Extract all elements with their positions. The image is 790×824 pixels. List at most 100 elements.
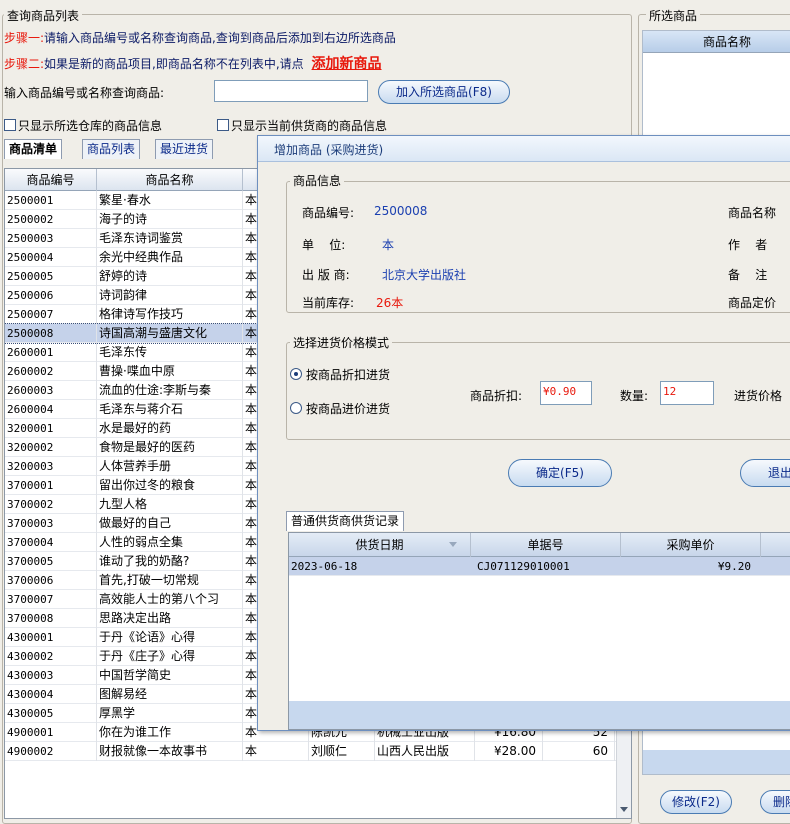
supplier-checkbox[interactable] — [217, 119, 229, 131]
qty-input[interactable]: 12 — [660, 381, 714, 405]
table-row[interactable]: 4900002 财报就像一本故事书本刘顺仁 山西人民出版 ¥28.00 60 — [5, 742, 617, 761]
mode-price-radio[interactable] — [290, 402, 302, 414]
query-group-title: 查询商品列表 — [4, 9, 83, 23]
delete-button[interactable]: 删除 — [760, 790, 790, 814]
cell-code: 2500004 — [5, 248, 97, 267]
author-label: 作 者 — [728, 238, 768, 252]
publisher-label: 出 版 商: — [302, 268, 350, 282]
cell-code: 2500003 — [5, 229, 97, 248]
cell-name: 流血的仕途:李斯与秦 — [97, 381, 243, 400]
unit-value: 本 — [382, 238, 395, 252]
mode-discount-radio[interactable] — [290, 368, 302, 380]
sort-icon — [449, 542, 457, 547]
step2-text: 如果是新的商品项目,即商品名称不在列表中,请点 — [44, 57, 304, 71]
cell-name: 毛泽东诗词鉴赏 — [97, 229, 243, 248]
tab-product-list[interactable]: 商品列表 — [82, 139, 141, 159]
tab-product-catalog[interactable]: 商品清单 — [4, 139, 63, 159]
header-selected-name[interactable]: 商品名称 — [703, 31, 790, 53]
cell-stock: 60 — [543, 742, 615, 761]
cell-name: 留出你过冬的粮食 — [97, 476, 243, 495]
code-label: 商品编号: — [302, 206, 355, 220]
history-grid-header: 供货日期 单据号 采购单价 — [289, 533, 790, 557]
cell-name: 毛泽东与蒋介石 — [97, 400, 243, 419]
cell-name: 格律诗写作技巧 — [97, 305, 243, 324]
header-unit-price[interactable]: 采购单价 — [621, 533, 761, 557]
cell-name: 九型人格 — [97, 495, 243, 514]
cell-publisher: 山西人民出版 — [375, 742, 475, 761]
cell-name: 你在为谁工作 — [97, 723, 243, 742]
step1-label: 步骤一: — [4, 31, 45, 45]
cell-code: 4300003 — [5, 666, 97, 685]
cell-code: 2600003 — [5, 381, 97, 400]
cell-code: 3700007 — [5, 590, 97, 609]
history-date: 2023-06-18 — [291, 560, 358, 573]
step2-label: 步骤二: — [4, 57, 45, 71]
exit-button[interactable]: 退出 — [740, 459, 790, 487]
add-new-product-link[interactable]: 添加新商品 — [312, 56, 382, 72]
cell-code: 3700004 — [5, 533, 97, 552]
cell-name: 舒婷的诗 — [97, 267, 243, 286]
scroll-down-icon[interactable] — [620, 807, 628, 812]
cell-code: 3700003 — [5, 514, 97, 533]
dialog-title: 增加商品 (采购进货) — [274, 143, 384, 157]
add-selected-button[interactable]: 加入所选商品(F8) — [378, 80, 510, 104]
tab-supplier-history[interactable]: 普通供货商供货记录 — [286, 511, 405, 531]
search-label: 输入商品编号或名称查询商品: — [4, 86, 165, 100]
cell-name: 做最好的自己 — [97, 514, 243, 533]
warehouse-checkbox-label: 只显示所选仓库的商品信息 — [18, 119, 163, 133]
tab-recent-purchases[interactable]: 最近进货 — [155, 139, 214, 159]
cell-name: 思路决定出路 — [97, 609, 243, 628]
cell-name: 厚黑学 — [97, 704, 243, 723]
cell-code: 2500001 — [5, 191, 97, 210]
header-doc-no[interactable]: 单据号 — [471, 533, 621, 557]
cell-name: 食物是最好的医药 — [97, 438, 243, 457]
cell-name: 海子的诗 — [97, 210, 243, 229]
step1-text: 请输入商品编号或名称查询商品,查询到商品后添加到右边所选商品 — [44, 31, 396, 45]
cell-name: 余光中经典作品 — [97, 248, 243, 267]
cell-name: 繁星·春水 — [97, 191, 243, 210]
cell-code: 2600002 — [5, 362, 97, 381]
qty-label: 数量: — [620, 389, 649, 403]
mode-price-label[interactable]: 按商品进价进货 — [306, 400, 390, 417]
cell-code: 3200002 — [5, 438, 97, 457]
header-name[interactable]: 商品名称 — [97, 169, 243, 191]
header-supply-date[interactable]: 供货日期 — [289, 533, 471, 557]
stock-label: 当前库存: — [302, 296, 355, 310]
discount-input[interactable]: ¥0.90 — [540, 381, 592, 405]
search-input[interactable] — [214, 80, 368, 102]
edit-button[interactable]: 修改(F2) — [660, 790, 732, 814]
cell-code: 3700005 — [5, 552, 97, 571]
ok-button[interactable]: 确定(F5) — [508, 459, 612, 487]
mode-group — [286, 342, 790, 440]
warehouse-checkbox[interactable] — [4, 119, 16, 131]
history-doc: CJ071129010001 — [477, 560, 570, 573]
supplier-checkbox-label: 只显示当前供货商的商品信息 — [231, 119, 388, 133]
cell-name: 水是最好的药 — [97, 419, 243, 438]
mode-discount-label[interactable]: 按商品折扣进货 — [306, 366, 390, 383]
purchase-price-label: 进货价格 — [734, 389, 783, 403]
cell-name: 诗词韵律 — [97, 286, 243, 305]
dialog-body: 商品信息 商品编号: 2500008 单 位: 本 出 版 商: 北京大学出版社… — [258, 162, 790, 730]
cell-name: 曹操·喋血中原 — [97, 362, 243, 381]
mode-group-title: 选择进货价格模式 — [290, 336, 393, 350]
cell-code: 4300001 — [5, 628, 97, 647]
selected-grid-header: 商品名称 — [643, 31, 790, 53]
cell-name: 毛泽东传 — [97, 343, 243, 362]
cell-name: 高效能人士的第八个习 — [97, 590, 243, 609]
cell-name: 人体营养手册 — [97, 457, 243, 476]
step1-line: 步骤一:请输入商品编号或名称查询商品,查询到商品后添加到右边所选商品 — [4, 29, 396, 46]
history-grid: 供货日期 单据号 采购单价 2023-06-18 CJ071129010001 … — [288, 532, 790, 730]
name-label: 商品名称 — [728, 206, 777, 220]
cell-name: 中国哲学简史 — [97, 666, 243, 685]
discount-label: 商品折扣: — [470, 389, 523, 403]
history-price: ¥9.20 — [717, 560, 751, 573]
unit-label: 单 位: — [302, 238, 346, 252]
history-footer — [289, 701, 790, 729]
stock-value: 26本 — [376, 296, 404, 310]
cell-code: 2600001 — [5, 343, 97, 362]
info-group-title: 商品信息 — [290, 174, 345, 188]
cell-name: 图解易经 — [97, 685, 243, 704]
history-row[interactable]: 2023-06-18 CJ071129010001 ¥9.20 — [289, 557, 790, 576]
header-code[interactable]: 商品编号 — [5, 169, 97, 191]
cell-code: 3700001 — [5, 476, 97, 495]
